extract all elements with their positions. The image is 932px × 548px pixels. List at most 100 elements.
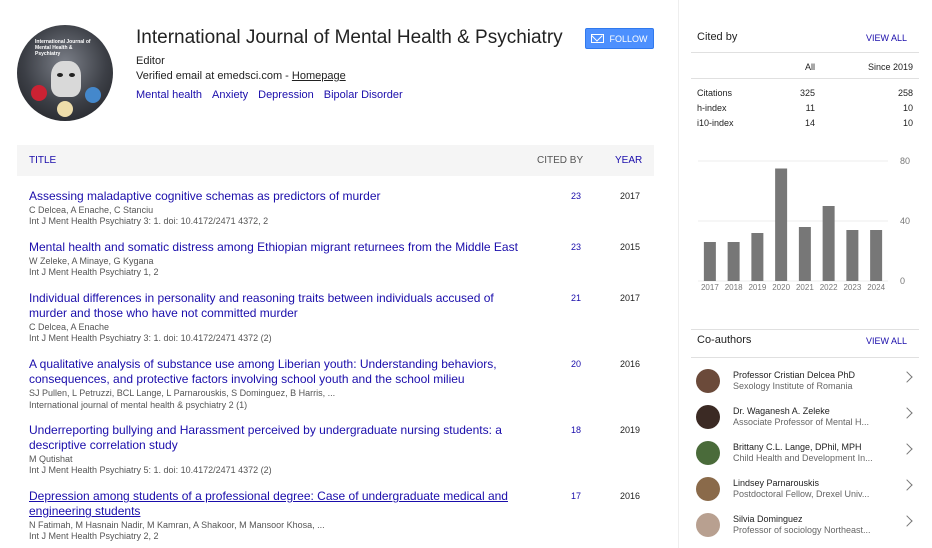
col-all: All	[804, 62, 815, 72]
divider	[691, 357, 919, 358]
x-tick-label: 2018	[725, 283, 743, 292]
article-year: 2016	[620, 359, 641, 369]
stat-since: 258	[897, 88, 913, 98]
coauthor-name: Professor Cristian Delcea PhD	[733, 370, 856, 380]
interest-tags: Mental health Anxiety Depression Bipolar Di…	[136, 89, 413, 101]
divider	[691, 78, 919, 79]
article-cited-by[interactable]: 21	[571, 293, 581, 303]
article-authors: W Zeleke, A Minaye, G Kygana	[29, 256, 154, 266]
stat-label[interactable]: h-index	[697, 103, 727, 113]
chevron-right-icon	[901, 479, 913, 491]
avatar	[696, 369, 720, 393]
chart-bar[interactable]	[822, 206, 835, 281]
cited-by-view-all[interactable]: VIEW ALL	[866, 33, 907, 43]
article-cited-by[interactable]: 20	[571, 359, 581, 369]
tag-anxiety[interactable]: Anxiety	[212, 89, 248, 101]
article-year: 2016	[620, 491, 641, 501]
x-tick-label: 2023	[843, 283, 861, 292]
coauthor-name: Silvia Dominguez	[733, 514, 803, 524]
article-cited-by[interactable]: 23	[571, 191, 581, 201]
follow-button[interactable]: FOLLOW	[585, 28, 654, 49]
article-venue: Int J Ment Health Psychiatry 1, 2	[29, 267, 159, 277]
verified-email-text: Verified email at emedsci.com -	[136, 70, 292, 82]
chart-bar[interactable]	[775, 168, 788, 282]
coauthor-name: Dr. Waganesh A. Zeleke	[733, 406, 830, 416]
avatar	[696, 477, 720, 501]
stat-label[interactable]: i10-index	[697, 118, 734, 128]
sort-by-cited[interactable]: CITED BY	[537, 155, 583, 166]
coauthor-affiliation: Postdoctoral Fellow, Drexel Univ...	[733, 489, 870, 499]
envelope-icon	[591, 34, 605, 43]
article-title[interactable]: Assessing maladaptive cognitive schemas …	[29, 189, 519, 204]
divider	[691, 52, 919, 53]
follow-label: FOLLOW	[609, 33, 648, 44]
article-title[interactable]: A qualitative analysis of substance use …	[29, 357, 519, 387]
article-year: 2019	[620, 425, 641, 435]
article-authors: M Qutishat	[29, 454, 73, 464]
cover-eye-graphic	[69, 73, 75, 77]
tag-depression[interactable]: Depression	[258, 89, 314, 101]
chart-bar[interactable]	[751, 233, 764, 281]
y-tick-label: 40	[900, 216, 910, 226]
y-tick-label: 0	[900, 276, 905, 286]
avatar	[696, 441, 720, 465]
stat-all: 14	[804, 118, 815, 128]
homepage-link[interactable]: Homepage	[292, 70, 346, 82]
cited-by-heading: Cited by	[697, 31, 738, 43]
chart-bar[interactable]	[870, 230, 883, 281]
article-year: 2015	[620, 242, 641, 252]
coauthor-item[interactable]: Lindsey Parnarouskis Postdoctoral Fellow…	[691, 473, 921, 507]
coauthor-item[interactable]: Professor Cristian Delcea PhD Sexology I…	[691, 365, 921, 399]
article-venue: Int J Ment Health Psychiatry 3: 1. doi: …	[29, 216, 269, 226]
divider	[691, 329, 919, 330]
cover-face-graphic	[51, 61, 81, 97]
x-tick-label: 2019	[748, 283, 766, 292]
stat-all: 325	[799, 88, 815, 98]
coauthor-item[interactable]: Silvia Dominguez Professor of sociology …	[691, 509, 921, 543]
tag-bipolar-disorder[interactable]: Bipolar Disorder	[324, 89, 403, 101]
table-header: TITLE CITED BY YEAR	[17, 145, 654, 176]
cover-chip-graphic	[31, 85, 47, 101]
avatar	[696, 513, 720, 537]
article-authors: N Fatimah, M Hasnain Nadir, M Kamran, A …	[29, 520, 325, 530]
article-cited-by[interactable]: 23	[571, 242, 581, 252]
sort-by-title[interactable]: TITLE	[29, 155, 56, 166]
article-cited-by[interactable]: 17	[571, 491, 581, 501]
article-title[interactable]: Mental health and somatic distress among…	[29, 240, 529, 255]
coauthors-heading: Co-authors	[697, 334, 752, 346]
article-year: 2017	[620, 191, 641, 201]
coauthor-item[interactable]: Dr. Waganesh A. Zeleke Associate Profess…	[691, 401, 921, 435]
article-title[interactable]: Depression among students of a professio…	[29, 489, 519, 519]
sort-by-year[interactable]: YEAR	[615, 155, 642, 166]
profile-header: International Journal of Mental Health &…	[0, 0, 660, 140]
coauthor-name: Brittany C.L. Lange, DPhil, MPH	[733, 442, 862, 452]
chart-bar[interactable]	[727, 242, 740, 281]
stat-since: 10	[902, 103, 913, 113]
coauthor-affiliation: Sexology Institute of Romania	[733, 381, 853, 391]
journal-avatar: International Journal of Mental Health &…	[17, 25, 113, 121]
articles-table: TITLE CITED BY YEAR Assessing maladaptiv…	[17, 145, 654, 541]
profile-role: Editor	[136, 55, 165, 67]
chart-bar[interactable]	[798, 227, 811, 281]
col-since: Since 2019	[867, 62, 913, 72]
chevron-right-icon	[901, 407, 913, 419]
tag-mental-health[interactable]: Mental health	[136, 89, 202, 101]
article-title[interactable]: Individual differences in personality an…	[29, 291, 519, 321]
cover-text: International Journal of Mental Health &…	[35, 39, 91, 57]
coauthor-item[interactable]: Brittany C.L. Lange, DPhil, MPH Child He…	[691, 437, 921, 471]
x-tick-label: 2024	[867, 283, 885, 292]
coauthor-name: Lindsey Parnarouskis	[733, 478, 820, 488]
article-cited-by[interactable]: 18	[571, 425, 581, 435]
y-tick-label: 80	[900, 156, 910, 166]
verified-email: Verified email at emedsci.com - Homepage	[136, 70, 346, 82]
article-title[interactable]: Underreporting bullying and Harassment p…	[29, 423, 519, 453]
coauthors-view-all[interactable]: VIEW ALL	[866, 336, 907, 346]
chevron-right-icon	[901, 515, 913, 527]
stat-all: 11	[805, 103, 815, 113]
chart-bar[interactable]	[703, 242, 716, 281]
x-tick-label: 2022	[820, 283, 838, 292]
stat-label[interactable]: Citations	[697, 88, 732, 98]
chart-bar[interactable]	[846, 230, 859, 281]
x-tick-label: 2020	[772, 283, 790, 292]
stat-since: 10	[902, 118, 913, 128]
